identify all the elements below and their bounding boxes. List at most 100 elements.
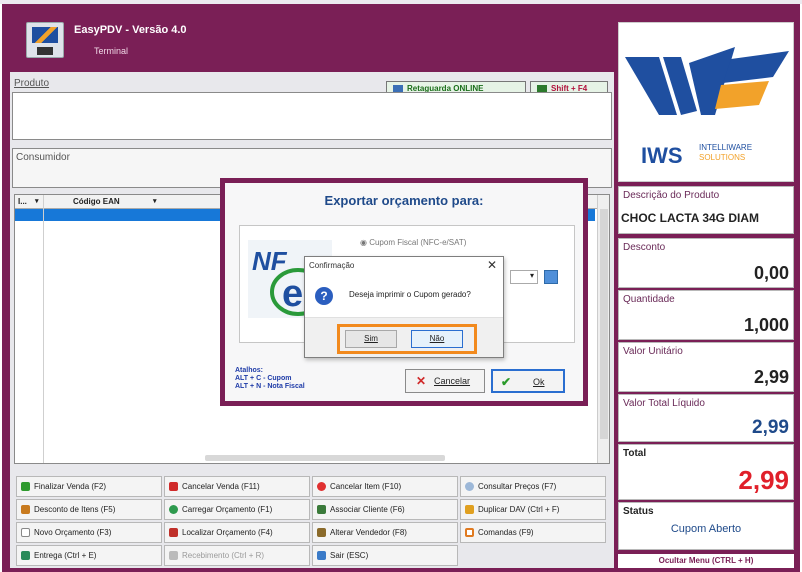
valor-total-liquido-box: Valor Total Líquido 2,99 xyxy=(618,394,794,442)
user-icon xyxy=(317,505,326,515)
sim-label: Sim xyxy=(364,334,378,343)
logo-mini-icon xyxy=(32,27,58,43)
valor-unitario-value: 2,99 xyxy=(753,367,789,387)
minus-circle-icon xyxy=(317,482,326,492)
delivery-icon xyxy=(21,551,30,561)
logo-tagline-1: INTELLIWARE xyxy=(699,143,753,152)
logo-tagline: INTELLIWARE SOLUTIONS xyxy=(699,143,752,163)
quantidade-value: 1,000 xyxy=(743,315,789,335)
comandas-button[interactable]: Comandas (F9) xyxy=(460,522,606,543)
btn-label: Carregar Orçamento (F1) xyxy=(182,505,273,514)
col-ean-header[interactable]: Código EAN xyxy=(73,197,120,206)
total-label: Total xyxy=(623,448,647,459)
produto-input[interactable] xyxy=(12,92,612,140)
cupom-fiscal-label: Cupom Fiscal (NFC-e/SAT) xyxy=(369,238,467,247)
btn-label: Novo Orçamento (F3) xyxy=(34,528,112,537)
ocultar-menu-button[interactable]: Ocultar Menu (CTRL + H) xyxy=(618,554,794,568)
total-box: Total 2,99 xyxy=(618,444,794,500)
logo-brand: IWS xyxy=(641,143,683,168)
valor-unitario-label: Valor Unitário xyxy=(623,346,683,357)
col-item-header[interactable]: I... xyxy=(18,197,27,206)
consultar-precos-button[interactable]: Consultar Preços (F7) xyxy=(460,476,606,497)
btn-label: Desconto de Itens (F5) xyxy=(34,505,116,514)
sim-button[interactable]: Sim xyxy=(345,330,397,348)
export-select[interactable]: ▾ xyxy=(510,270,538,284)
btn-label: Sair (ESC) xyxy=(330,551,369,560)
btn-label: Comandas (F9) xyxy=(478,528,534,537)
valor-unitario-box: Valor Unitário 2,99 xyxy=(618,342,794,392)
desconto-box: Desconto 0,00 xyxy=(618,238,794,288)
users-icon xyxy=(317,528,326,538)
cancelar-venda-button[interactable]: Cancelar Venda (F11) xyxy=(164,476,310,497)
descricao-box: Descrição do Produto CHOC LACTA 34G DIAM xyxy=(618,186,794,234)
quantidade-label: Quantidade xyxy=(623,294,675,305)
btn-label: Alterar Vendedor (F8) xyxy=(330,528,407,537)
status-label: Status xyxy=(623,506,654,517)
ok-label: Ok xyxy=(533,377,545,387)
btn-label: Entrega (Ctrl + E) xyxy=(34,551,97,560)
config-icon[interactable] xyxy=(544,270,558,284)
logo-tagline-2: SOLUTIONS xyxy=(699,153,746,162)
desconto-label: Desconto xyxy=(623,242,666,253)
produto-label: Produto xyxy=(14,78,50,89)
btn-label: Cancelar Item (F10) xyxy=(330,482,402,491)
atalho-nota-fiscal: ALT + N - Nota Fiscal xyxy=(235,383,305,390)
associar-cliente-button[interactable]: Associar Cliente (F6) xyxy=(312,499,458,520)
confirm-close-icon[interactable]: ✕ xyxy=(487,258,497,272)
confirm-button-bar: Sim Não xyxy=(305,317,503,357)
scroll-thumb[interactable] xyxy=(600,209,608,439)
grid-vertical-scrollbar[interactable] xyxy=(597,195,609,463)
clipboard-icon xyxy=(465,528,474,538)
btn-label: Finalizar Venda (F2) xyxy=(34,482,107,491)
total-value: 2,99 xyxy=(738,465,789,495)
finalizar-venda-button[interactable]: Finalizar Venda (F2) xyxy=(16,476,162,497)
sair-button[interactable]: Sair (ESC) xyxy=(312,545,458,566)
recebimento-button[interactable]: Recebimento (Ctrl + R) xyxy=(164,545,310,566)
col-item-dropdown-icon[interactable]: ▾ xyxy=(35,197,39,205)
grid-horizontal-scrollbar[interactable] xyxy=(205,455,445,461)
question-icon: ? xyxy=(315,287,333,305)
btn-label: Recebimento (Ctrl + R) xyxy=(182,551,265,560)
close-icon: ✕ xyxy=(416,374,427,388)
quantidade-box: Quantidade 1,000 xyxy=(618,290,794,340)
duplicate-icon xyxy=(465,505,474,515)
novo-orcamento-button[interactable]: Novo Orçamento (F3) xyxy=(16,522,162,543)
carregar-orcamento-button[interactable]: Carregar Orçamento (F1) xyxy=(164,499,310,520)
localizar-orcamento-button[interactable]: Localizar Orçamento (F4) xyxy=(164,522,310,543)
app-subtitle: Terminal xyxy=(94,46,129,56)
nao-button[interactable]: Não xyxy=(411,330,463,348)
svg-text:e: e xyxy=(282,273,303,315)
export-dialog-title: Exportar orçamento para: xyxy=(324,193,484,208)
atalhos-title: Atalhos: xyxy=(235,367,263,374)
cancelar-item-button[interactable]: Cancelar Item (F10) xyxy=(312,476,458,497)
btn-label: Duplicar DAV (Ctrl + F) xyxy=(478,505,560,514)
atalho-cupom: ALT + C - Cupom xyxy=(235,375,292,382)
descricao-value: CHOC LACTA 34G DIAM xyxy=(621,211,759,225)
new-document-icon xyxy=(21,528,30,538)
cupom-fiscal-option[interactable]: ◉ Cupom Fiscal (NFC-e/SAT) xyxy=(360,238,466,247)
btn-label: Consultar Preços (F7) xyxy=(478,482,557,491)
btn-label: Associar Cliente (F6) xyxy=(330,505,405,514)
function-buttons: Finalizar Venda (F2) Cancelar Venda (F11… xyxy=(14,474,618,568)
download-icon xyxy=(169,551,178,561)
entrega-button[interactable]: Entrega (Ctrl + E) xyxy=(16,545,162,566)
confirm-message: Deseja imprimir o Cupom gerado? xyxy=(349,290,471,299)
consumidor-label: Consumidor xyxy=(16,152,70,163)
valor-total-liquido-label: Valor Total Líquido xyxy=(623,398,705,409)
btn-label: Cancelar Venda (F11) xyxy=(182,482,260,491)
grid-divider xyxy=(43,195,44,463)
alterar-vendedor-button[interactable]: Alterar Vendedor (F8) xyxy=(312,522,458,543)
desconto-itens-button[interactable]: Desconto de Itens (F5) xyxy=(16,499,162,520)
confirm-dialog: Confirmação ✕ ? Deseja imprimir o Cupom … xyxy=(304,256,504,358)
status-box: Status Cupom Aberto xyxy=(618,502,794,550)
refresh-icon xyxy=(169,505,178,515)
iws-logo: IWS INTELLIWARE SOLUTIONS xyxy=(618,22,794,182)
descricao-label: Descrição do Produto xyxy=(623,190,720,201)
col-ean-dropdown-icon[interactable]: ▾ xyxy=(153,197,157,205)
cancelar-button[interactable]: ✕ Cancelar xyxy=(405,369,485,393)
check-icon xyxy=(21,482,30,492)
status-value: Cupom Aberto xyxy=(670,523,742,535)
duplicar-dav-button[interactable]: Duplicar DAV (Ctrl + F) xyxy=(460,499,606,520)
atalhos-text: Atalhos: ALT + C - Cupom ALT + N - Nota … xyxy=(235,367,305,391)
ok-button[interactable]: ✔ Ok xyxy=(491,369,565,393)
